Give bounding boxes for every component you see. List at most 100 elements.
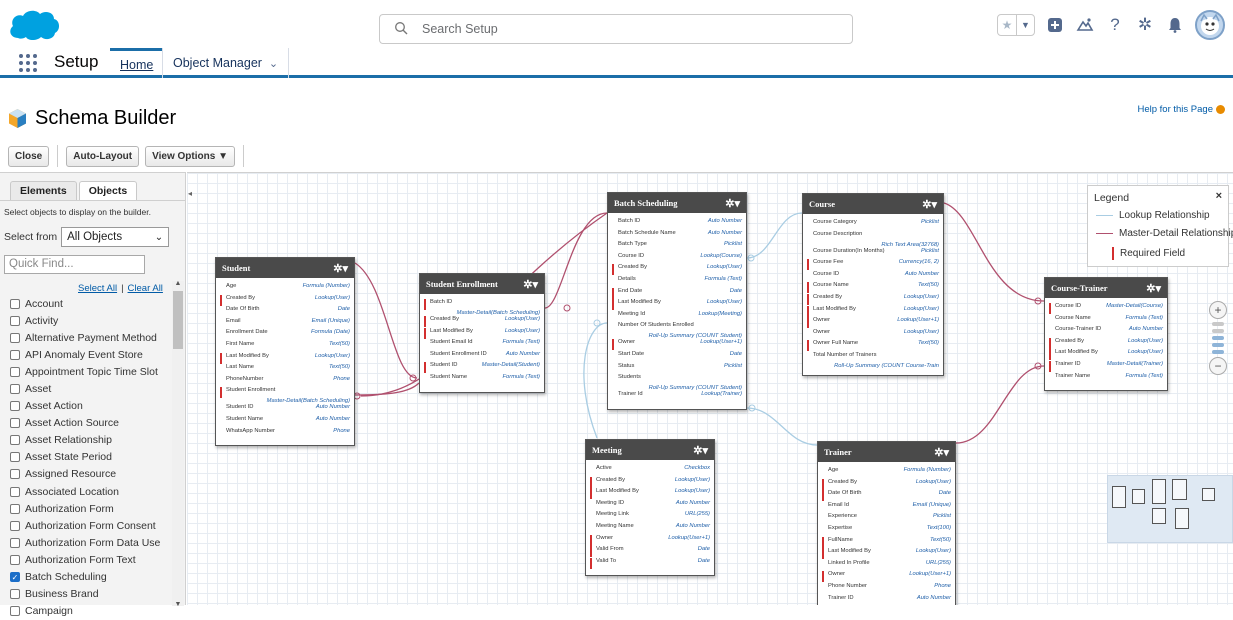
object-node-header[interactable]: Course ✲▾: [803, 194, 943, 214]
gear-icon[interactable]: ✲▾: [333, 262, 348, 275]
field-row[interactable]: Email Id Email (Unique): [822, 502, 951, 514]
object-node-trainer[interactable]: Trainer ✲▾ Age Formula (Number) Created By Lo…: [817, 441, 956, 605]
object-checkbox[interactable]: [10, 435, 20, 446]
object-checkbox[interactable]: [10, 366, 20, 377]
close-icon[interactable]: ×: [1216, 190, 1222, 202]
field-row[interactable]: Owner Lookup(User+1): [822, 571, 951, 583]
object-node-header[interactable]: Student Enrollment ✲▾: [420, 274, 544, 294]
gear-icon[interactable]: ✲▾: [934, 446, 949, 459]
select-all-link[interactable]: Select All: [78, 283, 117, 294]
object-list-item[interactable]: Asset Relationship: [10, 432, 172, 449]
object-node-meeting[interactable]: Meeting ✲▾ Active Checkbox Created By Lookup(…: [585, 439, 715, 577]
object-node-student[interactable]: Student ✲▾ Age Formula (Number) Created By Lo…: [215, 257, 355, 447]
object-checkbox[interactable]: [10, 503, 20, 514]
field-row[interactable]: First Name Text(50): [220, 341, 350, 353]
view-options-button[interactable]: View Options ▼: [145, 145, 235, 167]
app-launcher-icon[interactable]: [18, 53, 38, 73]
quick-find-input[interactable]: Quick Find...: [4, 255, 145, 274]
object-checkbox[interactable]: ✓: [10, 572, 20, 583]
object-list-item[interactable]: Activity: [10, 312, 172, 329]
field-row[interactable]: Last Modified By Lookup(User): [424, 327, 540, 340]
salesforce-logo[interactable]: [8, 8, 60, 42]
object-checkbox[interactable]: [10, 589, 20, 600]
field-row[interactable]: Batch Type Picklist: [612, 241, 742, 253]
field-row[interactable]: Date Of Birth Date: [220, 306, 350, 318]
object-node-header[interactable]: Batch Scheduling ✲▾: [608, 193, 746, 213]
field-row[interactable]: Last Modified By Lookup(User): [590, 488, 710, 500]
field-row[interactable]: WhatsApp Number Phone: [220, 428, 350, 440]
field-row[interactable]: Student Enrollment ID Auto Number: [424, 351, 540, 363]
tab-home[interactable]: Home: [110, 48, 164, 78]
object-checkbox[interactable]: [10, 384, 20, 395]
schema-canvas[interactable]: ◂ Student ✲▾ Age Formula (Number) Create…: [187, 172, 1233, 605]
field-row[interactable]: Batch ID Auto Number: [612, 218, 742, 230]
field-row[interactable]: Experience Picklist: [822, 513, 951, 525]
field-row[interactable]: Student Enrollment Master-Detail(Batch Sc…: [220, 387, 350, 404]
field-row[interactable]: Meeting Name Auto Number: [590, 523, 710, 535]
field-row[interactable]: Created By Lookup(User): [612, 264, 742, 276]
field-row[interactable]: End Date Date: [612, 287, 742, 300]
chevron-down-icon[interactable]: ▼: [1016, 15, 1034, 35]
object-list-item[interactable]: Assigned Resource: [10, 466, 172, 483]
object-list-item[interactable]: Campaign: [10, 603, 172, 620]
field-row[interactable]: Student Name Formula (Text): [424, 374, 540, 386]
object-list-item[interactable]: Associated Location: [10, 483, 172, 500]
object-checkbox[interactable]: [10, 486, 20, 497]
object-list-item[interactable]: Asset Action Source: [10, 415, 172, 432]
minimap[interactable]: [1107, 475, 1233, 543]
object-node-student-enrollment[interactable]: Student Enrollment ✲▾ Batch ID Master-Detai…: [419, 273, 545, 393]
tab-elements[interactable]: Elements: [10, 181, 77, 200]
star-icon[interactable]: ★: [998, 15, 1016, 35]
field-row[interactable]: Last Modified By Lookup(User): [612, 299, 742, 311]
field-row[interactable]: Course Name Formula (Text): [1049, 315, 1163, 327]
object-checkbox[interactable]: [10, 452, 20, 463]
add-icon[interactable]: [1045, 15, 1065, 35]
field-row[interactable]: Owner Lookup(User+1): [807, 317, 939, 329]
object-checkbox[interactable]: [10, 554, 20, 565]
field-row[interactable]: Enrollment Date Formula (Date): [220, 329, 350, 341]
field-row[interactable]: Trainer Id Lookup(Trainer): [612, 391, 742, 403]
field-row[interactable]: Course Description Rich Text Area(32768): [807, 231, 939, 248]
field-row[interactable]: Meeting ID Auto Number: [590, 500, 710, 512]
field-row[interactable]: Last Modified By Lookup(User): [822, 548, 951, 560]
field-row[interactable]: Created By Lookup(User): [822, 478, 951, 491]
zoom-out-icon[interactable]: −: [1209, 357, 1227, 375]
field-row[interactable]: Last Modified By Lookup(User): [220, 352, 350, 365]
help-icon[interactable]: ?: [1105, 15, 1125, 35]
object-checkbox[interactable]: [10, 401, 20, 412]
object-list-item[interactable]: Asset State Period: [10, 449, 172, 466]
field-row[interactable]: Batch Schedule Name Auto Number: [612, 230, 742, 242]
field-row[interactable]: Date Of Birth Date: [822, 490, 951, 502]
field-row[interactable]: Course Name Text(50): [807, 282, 939, 294]
object-checkbox[interactable]: [10, 606, 20, 617]
object-checkbox[interactable]: [10, 469, 20, 480]
object-list-item[interactable]: Asset Action: [10, 398, 172, 415]
object-list-item[interactable]: Asset: [10, 380, 172, 397]
field-row[interactable]: Meeting Link URL(255): [590, 511, 710, 523]
field-row[interactable]: Owner Full Name Text(50): [807, 340, 939, 352]
field-row[interactable]: Owner Lookup(User+1): [612, 339, 742, 351]
object-node-batch-scheduling[interactable]: Batch Scheduling ✲▾ Batch ID Auto Number Bat…: [607, 192, 747, 410]
field-row[interactable]: Course Duration(In Months) Picklist: [807, 248, 939, 260]
zoom-level-bar[interactable]: [1212, 329, 1224, 333]
zoom-in-icon[interactable]: +: [1209, 301, 1227, 319]
field-row[interactable]: Age Formula (Number): [220, 283, 350, 295]
field-row[interactable]: Trainer ID Auto Number: [822, 595, 951, 605]
scroll-up-icon[interactable]: ▲: [172, 280, 184, 287]
object-checkbox[interactable]: [10, 520, 20, 531]
field-row[interactable]: Linked In Profile URL(255): [822, 560, 951, 572]
object-list-item[interactable]: Alternative Payment Method: [10, 329, 172, 346]
objects-scrollbar[interactable]: ▲ ▼: [172, 280, 184, 608]
object-checkbox[interactable]: [10, 418, 20, 429]
help-link[interactable]: Help for this Page: [1137, 104, 1225, 115]
field-row[interactable]: PhoneNumber Phone: [220, 376, 350, 388]
object-list-item[interactable]: Authorization Form: [10, 500, 172, 517]
gear-icon[interactable]: ✲: [1135, 15, 1155, 35]
object-list-item[interactable]: API Anomaly Event Store: [10, 346, 172, 363]
gear-icon[interactable]: ✲▾: [1146, 282, 1161, 295]
auto-layout-button[interactable]: Auto-Layout: [66, 145, 140, 167]
field-row[interactable]: Created By Lookup(User): [590, 476, 710, 489]
field-row[interactable]: Batch ID Master-Detail(Batch Scheduling): [424, 299, 540, 316]
field-row[interactable]: Student ID Auto Number: [220, 404, 350, 416]
field-row[interactable]: Course ID Master-Detail(Course): [1049, 303, 1163, 315]
